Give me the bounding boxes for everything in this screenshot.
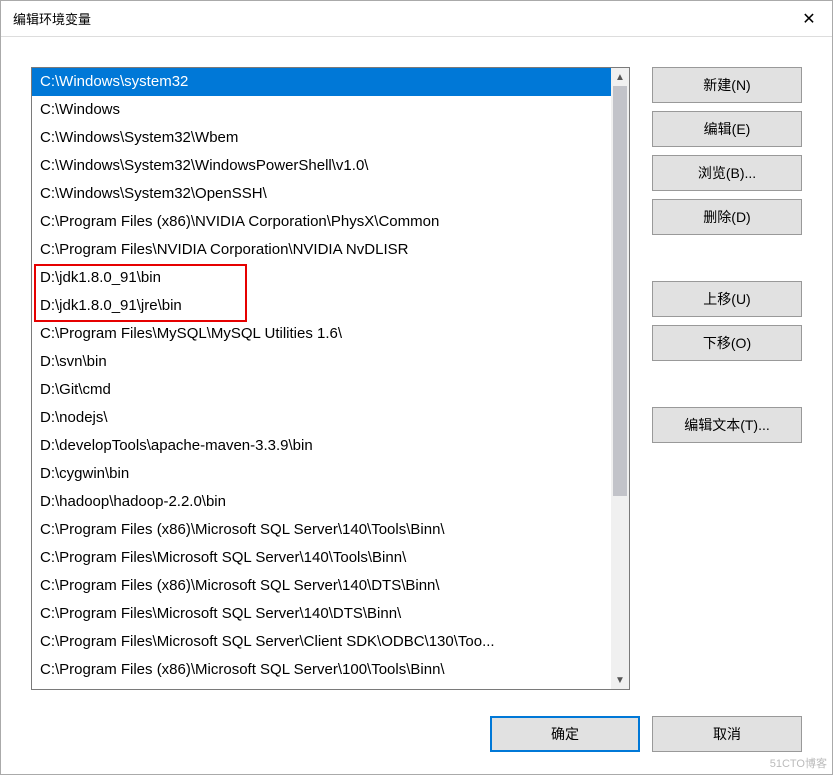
list-item[interactable]: C:\Program Files\Microsoft SQL Server\14… <box>32 600 611 628</box>
cancel-button[interactable]: 取消 <box>652 716 802 752</box>
list-item[interactable]: C:\Windows\System32\Wbem <box>32 124 611 152</box>
spacer <box>652 243 802 273</box>
list-item[interactable]: C:\Windows\system32 <box>32 68 611 96</box>
delete-button[interactable]: 删除(D) <box>652 199 802 235</box>
list-item[interactable]: D:\Git\cmd <box>32 376 611 404</box>
list-item[interactable]: C:\Windows <box>32 96 611 124</box>
list-item[interactable]: C:\Program Files\Microsoft SQL Server\14… <box>32 544 611 572</box>
scroll-up-icon[interactable]: ▲ <box>611 68 629 86</box>
content-area: C:\Windows\system32C:\WindowsC:\Windows\… <box>1 37 832 706</box>
list-item[interactable]: D:\hadoop\hadoop-2.2.0\bin <box>32 488 611 516</box>
close-button[interactable]: ✕ <box>786 1 832 37</box>
footer: 确定 取消 <box>1 706 832 774</box>
list-item[interactable]: C:\Program Files\MySQL\MySQL Utilities 1… <box>32 320 611 348</box>
close-icon: ✕ <box>802 9 815 29</box>
scroll-down-icon[interactable]: ▼ <box>611 671 629 689</box>
list-item[interactable]: D:\jdk1.8.0_91\bin <box>32 264 611 292</box>
list-item[interactable]: C:\Windows\System32\OpenSSH\ <box>32 180 611 208</box>
list-item[interactable]: D:\svn\bin <box>32 348 611 376</box>
spacer <box>652 369 802 399</box>
list-item[interactable]: C:\Program Files\NVIDIA Corporation\NVID… <box>32 236 611 264</box>
scroll-track[interactable] <box>611 86 629 671</box>
button-column: 新建(N) 编辑(E) 浏览(B)... 删除(D) 上移(U) 下移(O) 编… <box>652 67 802 696</box>
titlebar: 编辑环境变量 ✕ <box>1 1 832 37</box>
list-item[interactable]: D:\nodejs\ <box>32 404 611 432</box>
window-title: 编辑环境变量 <box>13 9 91 28</box>
list-inner: C:\Windows\system32C:\WindowsC:\Windows\… <box>32 68 611 689</box>
list-item[interactable]: C:\Program Files (x86)\Microsoft SQL Ser… <box>32 516 611 544</box>
scroll-thumb[interactable] <box>613 86 627 496</box>
edit-env-var-dialog: 编辑环境变量 ✕ C:\Windows\system32C:\WindowsC:… <box>0 0 833 775</box>
list-item[interactable]: D:\cygwin\bin <box>32 460 611 488</box>
list-item[interactable]: C:\Windows\System32\WindowsPowerShell\v1… <box>32 152 611 180</box>
scrollbar[interactable]: ▲ ▼ <box>611 68 629 689</box>
list-item[interactable]: C:\Program Files\Microsoft SQL Server\Cl… <box>32 628 611 656</box>
path-listbox[interactable]: C:\Windows\system32C:\WindowsC:\Windows\… <box>31 67 630 690</box>
edit-text-button[interactable]: 编辑文本(T)... <box>652 407 802 443</box>
new-button[interactable]: 新建(N) <box>652 67 802 103</box>
list-item[interactable]: D:\jdk1.8.0_91\jre\bin <box>32 292 611 320</box>
list-item[interactable]: C:\Program Files (x86)\NVIDIA Corporatio… <box>32 208 611 236</box>
list-item[interactable]: C:\Program Files (x86)\Microsoft SQL Ser… <box>32 572 611 600</box>
list-item[interactable]: D:\developTools\apache-maven-3.3.9\bin <box>32 432 611 460</box>
move-up-button[interactable]: 上移(U) <box>652 281 802 317</box>
list-item[interactable]: C:\Program Files (x86)\Microsoft SQL Ser… <box>32 656 611 684</box>
edit-button[interactable]: 编辑(E) <box>652 111 802 147</box>
ok-button[interactable]: 确定 <box>490 716 640 752</box>
browse-button[interactable]: 浏览(B)... <box>652 155 802 191</box>
move-down-button[interactable]: 下移(O) <box>652 325 802 361</box>
